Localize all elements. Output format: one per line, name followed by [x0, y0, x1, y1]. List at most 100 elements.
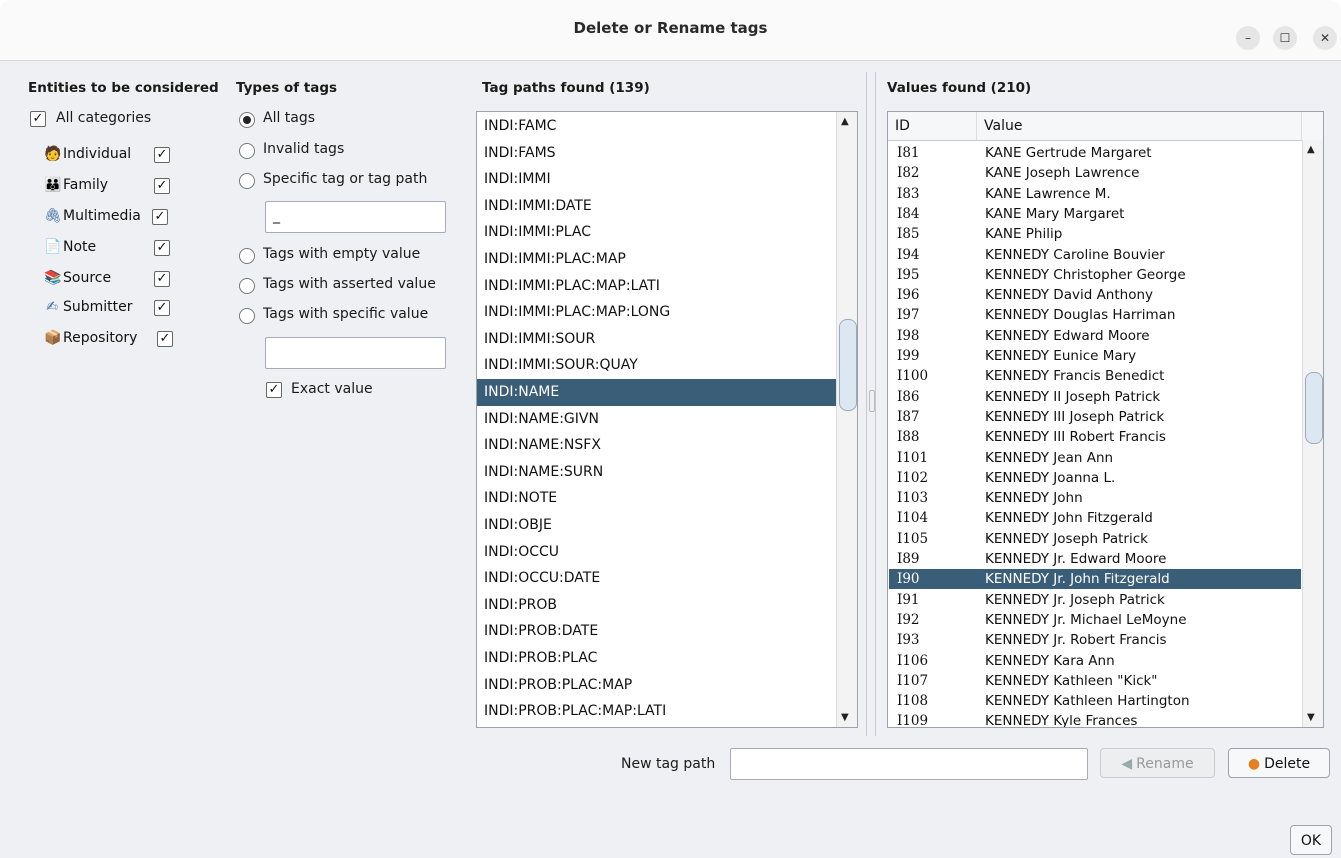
table-row[interactable]: I83 KANE Lawrence M. [889, 184, 1301, 204]
delete-button[interactable]: ● Delete [1228, 748, 1330, 778]
maximize-button[interactable]: ☐ [1273, 26, 1297, 50]
table-row[interactable]: I93 KENNEDY Jr. Robert Francis [889, 630, 1301, 650]
scroll-thumb[interactable] [839, 319, 857, 411]
ok-button[interactable]: OK [1290, 825, 1332, 855]
tag-path-item[interactable]: INDI:OCCU:DATE [477, 565, 836, 592]
tag-path-item[interactable]: INDI:IMMI:PLAC [477, 219, 836, 246]
table-row[interactable]: I87 KENNEDY III Joseph Patrick [889, 407, 1301, 427]
scroll-down-icon[interactable]: ▼ [1307, 712, 1315, 723]
table-row[interactable]: I94 KENNEDY Caroline Bouvier [889, 245, 1301, 265]
dialog-window: Delete or Rename tags – ☐ ✕ Entities to … [0, 0, 1341, 858]
tag-path-item[interactable]: INDI:FAMC [477, 113, 836, 140]
tag-path-item[interactable]: INDI:IMMI:PLAC:MAP:LONG [477, 299, 836, 326]
tag-path-item[interactable]: INDI:IMMI:PLAC:MAP [477, 246, 836, 273]
family-checkbox[interactable]: ✓ [154, 178, 170, 194]
all-categories-checkbox[interactable]: ✓ [30, 111, 46, 127]
table-row[interactable]: I96 KENNEDY David Anthony [889, 285, 1301, 305]
tag-path-item[interactable]: INDI:IMMI:SOUR [477, 326, 836, 353]
table-row[interactable]: I90 KENNEDY Jr. John Fitzgerald [889, 569, 1301, 590]
minimize-button[interactable]: – [1236, 26, 1260, 50]
table-row[interactable]: I100 KENNEDY Francis Benedict [889, 366, 1301, 386]
cell-value: KENNEDY Edward Moore [985, 327, 1150, 344]
tag-path-item[interactable]: INDI:OBJE [477, 512, 836, 539]
asserted-value-radio[interactable] [239, 278, 255, 294]
table-row[interactable]: I81 KANE Gertrude Margaret [889, 143, 1301, 163]
tag-path-item[interactable]: INDI:IMMI:DATE [477, 193, 836, 220]
scroll-down-icon[interactable]: ▼ [841, 712, 849, 723]
table-row[interactable]: I103 KENNEDY John [889, 488, 1301, 508]
repository-checkbox[interactable]: ✓ [157, 331, 173, 347]
table-row[interactable]: I105 KENNEDY Joseph Patrick [889, 529, 1301, 549]
empty-value-radio[interactable] [239, 248, 255, 264]
table-row[interactable]: I108 KENNEDY Kathleen Hartington [889, 691, 1301, 711]
multimedia-checkbox[interactable]: ✓ [152, 209, 168, 225]
table-row[interactable]: I109 KENNEDY Kyle Frances [889, 711, 1301, 727]
pane-splitter[interactable] [866, 72, 876, 736]
all-tags-radio[interactable] [239, 112, 255, 128]
cell-id: I84 [897, 205, 920, 222]
tag-path-item[interactable]: INDI:IMMI:SOUR:QUAY [477, 352, 836, 379]
submitter-checkbox[interactable]: ✓ [154, 300, 170, 316]
table-row[interactable]: I101 KENNEDY Jean Ann [889, 448, 1301, 468]
entity-label: Individual [63, 146, 132, 162]
tag-path-item[interactable]: INDI:PROB:PLAC [477, 645, 836, 672]
values-table[interactable]: ID Value I81 KANE Gertrude Margaret I82 KAN… [887, 111, 1324, 728]
scroll-up-icon[interactable]: ▲ [841, 116, 849, 127]
rename-button[interactable]: ◀ Rename [1100, 748, 1215, 778]
tag-path-item[interactable]: INDI:NAME:SURN [477, 459, 836, 486]
table-row[interactable]: I84 KANE Mary Margaret [889, 204, 1301, 224]
table-row[interactable]: I92 KENNEDY Jr. Michael LeMoyne [889, 610, 1301, 630]
cell-id: I108 [897, 693, 929, 710]
tag-path-item[interactable]: INDI:PROB [477, 592, 836, 619]
source-checkbox[interactable]: ✓ [154, 271, 170, 287]
tag-path-item[interactable]: INDI:NAME:NSFX [477, 432, 836, 459]
table-row[interactable]: I88 KENNEDY III Robert Francis [889, 427, 1301, 447]
tag-path-item[interactable]: INDI:PROB:PLAC:MAP [477, 672, 836, 699]
new-tag-path-input[interactable] [730, 748, 1088, 780]
tag-path-item[interactable]: INDI:NAME:GIVN [477, 406, 836, 433]
tag-path-item[interactable]: INDI:PROB:PLAC:MAP:LATI [477, 698, 836, 725]
tag-path-item[interactable]: INDI:NOTE [477, 485, 836, 512]
tag-path-item[interactable]: INDI:OCCU [477, 539, 836, 566]
table-row[interactable]: I106 KENNEDY Kara Ann [889, 651, 1301, 671]
all-categories-label: All categories [56, 110, 152, 126]
table-row[interactable]: I98 KENNEDY Edward Moore [889, 326, 1301, 346]
specific-tag-input[interactable]: _ [265, 201, 446, 233]
invalid-tags-radio[interactable] [239, 143, 255, 159]
table-row[interactable]: I91 KENNEDY Jr. Joseph Patrick [889, 590, 1301, 610]
scroll-thumb[interactable] [1305, 372, 1323, 444]
column-header-value[interactable]: Value [977, 112, 1302, 140]
cell-id: I102 [897, 469, 929, 486]
specific-value-radio[interactable] [239, 308, 255, 324]
table-row[interactable]: I107 KENNEDY Kathleen "Kick" [889, 671, 1301, 691]
table-row[interactable]: I102 KENNEDY Joanna L. [889, 468, 1301, 488]
individual-icon: 🧑 [44, 146, 62, 162]
tag-paths-list[interactable]: INDI:FAMC INDI:FAMS INDI:IMMI INDI:IMMI:DAT… [476, 111, 858, 728]
individual-checkbox[interactable]: ✓ [154, 147, 170, 163]
column-header-id[interactable]: ID [888, 112, 977, 140]
table-row[interactable]: I97 KENNEDY Douglas Harriman [889, 305, 1301, 325]
entity-label: Repository [63, 330, 138, 346]
table-row[interactable]: I82 KANE Joseph Lawrence [889, 163, 1301, 183]
scroll-up-icon[interactable]: ▲ [1307, 144, 1315, 155]
tag-path-item[interactable]: INDI:FAMS [477, 140, 836, 167]
table-row[interactable]: I85 KANE Philip [889, 224, 1301, 244]
tag-paths-scrollbar[interactable]: ▲ ▼ [836, 112, 857, 727]
specific-tag-radio[interactable] [239, 173, 255, 189]
tag-path-item[interactable]: INDI:IMMI:PLAC:MAP:LATI [477, 273, 836, 300]
cell-value: KENNEDY Jr. Edward Moore [985, 551, 1167, 567]
exact-value-checkbox[interactable]: ✓ [266, 382, 282, 398]
table-row[interactable]: I95 KENNEDY Christopher George [889, 265, 1301, 285]
table-row[interactable]: I99 KENNEDY Eunice Mary [889, 346, 1301, 366]
specific-value-input[interactable] [265, 337, 446, 369]
close-button[interactable]: ✕ [1313, 26, 1337, 50]
specific-tag-label: Specific tag or tag path [263, 171, 428, 187]
values-scrollbar[interactable]: ▲ ▼ [1302, 140, 1323, 727]
table-row[interactable]: I104 KENNEDY John Fitzgerald [889, 508, 1301, 528]
table-row[interactable]: I86 KENNEDY II Joseph Patrick [889, 387, 1301, 407]
table-row[interactable]: I89 KENNEDY Jr. Edward Moore [889, 549, 1301, 569]
note-checkbox[interactable]: ✓ [154, 240, 170, 256]
tag-path-item[interactable]: INDI:NAME [477, 379, 836, 406]
tag-path-item[interactable]: INDI:IMMI [477, 166, 836, 193]
tag-path-item[interactable]: INDI:PROB:DATE [477, 618, 836, 645]
